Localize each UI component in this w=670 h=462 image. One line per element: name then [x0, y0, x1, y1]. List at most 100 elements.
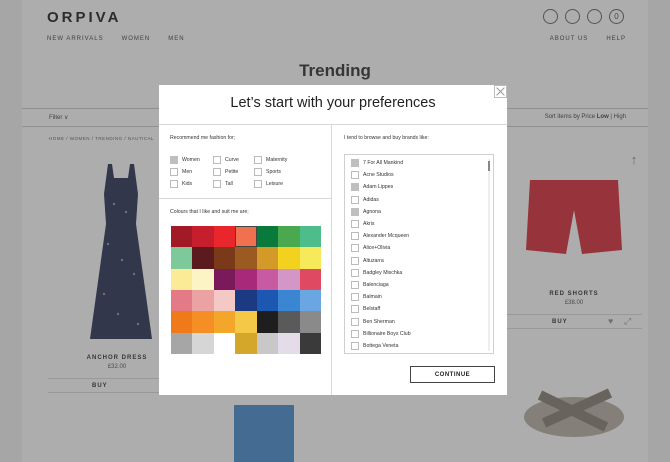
brand-list-box[interactable]: 7 For All Mankind Acne Studios Adam Lippes… [344, 154, 494, 354]
colour-swatch[interactable] [235, 247, 257, 269]
colour-swatch[interactable] [299, 247, 321, 269]
brand-checkbox[interactable] [351, 207, 359, 216]
brand-checkbox[interactable] [351, 280, 359, 289]
colour-swatch[interactable] [278, 268, 300, 290]
colour-swatch[interactable] [235, 332, 257, 354]
brand-checkbox[interactable] [351, 232, 359, 241]
fashion-checkbox[interactable] [254, 179, 262, 188]
brand-option[interactable]: Ben Sherman [351, 315, 411, 327]
colour-swatch[interactable] [213, 290, 236, 312]
fashion-checkbox[interactable] [170, 167, 178, 176]
brand-checkbox[interactable] [351, 159, 359, 168]
colour-swatch[interactable] [235, 268, 257, 290]
brand-option[interactable]: Balenciaga [351, 279, 411, 291]
colour-swatch[interactable] [192, 226, 214, 248]
colour-swatch[interactable] [171, 226, 193, 248]
fashion-option[interactable]: Petite [213, 167, 254, 176]
brand-option[interactable]: Bottega Veneta [351, 340, 411, 352]
colour-swatch[interactable] [213, 226, 236, 248]
colour-swatch[interactable] [192, 311, 214, 333]
close-icon[interactable] [494, 85, 507, 98]
colour-swatch[interactable] [213, 311, 236, 333]
colour-swatch[interactable] [213, 268, 236, 290]
fashion-option[interactable]: Tall [213, 179, 254, 188]
brand-checkbox[interactable] [351, 293, 359, 302]
fashion-options: Women Curve Maternity Men Petite Sports Kids Ta… [170, 155, 304, 188]
continue-button[interactable]: CONTINUE [410, 366, 495, 383]
colour-swatch[interactable] [278, 247, 300, 269]
colour-swatch[interactable] [299, 268, 321, 290]
colour-swatch[interactable] [278, 311, 300, 333]
brand-option[interactable]: Adidas [351, 194, 411, 206]
fashion-option[interactable]: Kids [170, 179, 213, 188]
fashion-checkbox[interactable] [213, 179, 221, 188]
brand-list-scrollbar[interactable] [488, 159, 490, 351]
colour-swatch[interactable] [213, 247, 236, 269]
brand-option[interactable]: Acne Studios [351, 169, 411, 181]
brand-checkbox[interactable] [351, 183, 359, 192]
brand-checkbox[interactable] [351, 171, 359, 180]
fashion-option-label: Sports [266, 168, 281, 175]
fashion-option[interactable]: Maternity [254, 155, 304, 164]
fashion-checkbox[interactable] [213, 155, 221, 164]
colour-swatch[interactable] [213, 332, 236, 354]
colour-swatch[interactable] [235, 311, 257, 333]
brand-option[interactable]: Agnona [351, 206, 411, 218]
colour-swatch[interactable] [192, 332, 214, 354]
brand-option[interactable]: 7 For All Mankind [351, 157, 411, 169]
fashion-option[interactable]: Men [170, 167, 213, 176]
colour-swatch[interactable] [256, 290, 279, 312]
colour-swatch[interactable] [256, 268, 279, 290]
brand-checkbox[interactable] [351, 341, 359, 350]
colour-swatch[interactable] [256, 332, 279, 354]
left-pane: Recommend me fashion for; Women Curve Mate… [159, 125, 332, 395]
brand-checkbox[interactable] [351, 244, 359, 253]
colour-swatch[interactable] [235, 226, 257, 248]
colour-swatch[interactable] [256, 311, 279, 333]
colour-swatch[interactable] [171, 247, 193, 269]
colour-swatch[interactable] [299, 226, 321, 248]
brand-option[interactable]: Alexander Mcqueen [351, 230, 411, 242]
brand-option[interactable]: Badgley Mischka [351, 267, 411, 279]
colour-swatch[interactable] [299, 290, 321, 312]
colour-swatch[interactable] [256, 226, 279, 248]
brand-checkbox[interactable] [351, 317, 359, 326]
fashion-checkbox[interactable] [170, 155, 178, 164]
colour-swatch[interactable] [192, 247, 214, 269]
colour-swatch[interactable] [299, 332, 321, 354]
fashion-checkbox[interactable] [254, 155, 262, 164]
brand-option[interactable]: Adam Lippes [351, 181, 411, 193]
colour-swatch[interactable] [278, 290, 300, 312]
brand-option[interactable]: Belstaff [351, 303, 411, 315]
brand-label: Alice+Olivia [363, 245, 391, 252]
brand-checkbox[interactable] [351, 220, 359, 229]
brand-checkbox[interactable] [351, 329, 359, 338]
brand-option[interactable]: Akris [351, 218, 411, 230]
colour-swatch[interactable] [171, 332, 193, 354]
colour-swatch[interactable] [235, 290, 257, 312]
fashion-option[interactable]: Women [170, 155, 213, 164]
brand-option[interactable]: Balmain [351, 291, 411, 303]
colour-swatch[interactable] [278, 226, 300, 248]
brand-option[interactable]: Altuzarra [351, 255, 411, 267]
colour-swatch[interactable] [171, 311, 193, 333]
brand-option[interactable]: Alice+Olivia [351, 242, 411, 254]
colour-swatch[interactable] [171, 290, 193, 312]
fashion-checkbox[interactable] [213, 167, 221, 176]
fashion-checkbox[interactable] [170, 179, 178, 188]
colour-swatch[interactable] [256, 247, 279, 269]
brand-checkbox[interactable] [351, 268, 359, 277]
fashion-option[interactable]: Curve [213, 155, 254, 164]
fashion-option[interactable]: Leisure [254, 179, 304, 188]
brand-checkbox[interactable] [351, 195, 359, 204]
brand-checkbox[interactable] [351, 305, 359, 314]
colour-swatch[interactable] [192, 268, 214, 290]
colour-swatch[interactable] [299, 311, 321, 333]
brand-option[interactable]: Billionaire Boys Club [351, 328, 411, 340]
colour-swatch[interactable] [278, 332, 300, 354]
fashion-checkbox[interactable] [254, 167, 262, 176]
colour-swatch[interactable] [192, 290, 214, 312]
fashion-option[interactable]: Sports [254, 167, 304, 176]
colour-swatch[interactable] [171, 268, 193, 290]
brand-checkbox[interactable] [351, 256, 359, 265]
